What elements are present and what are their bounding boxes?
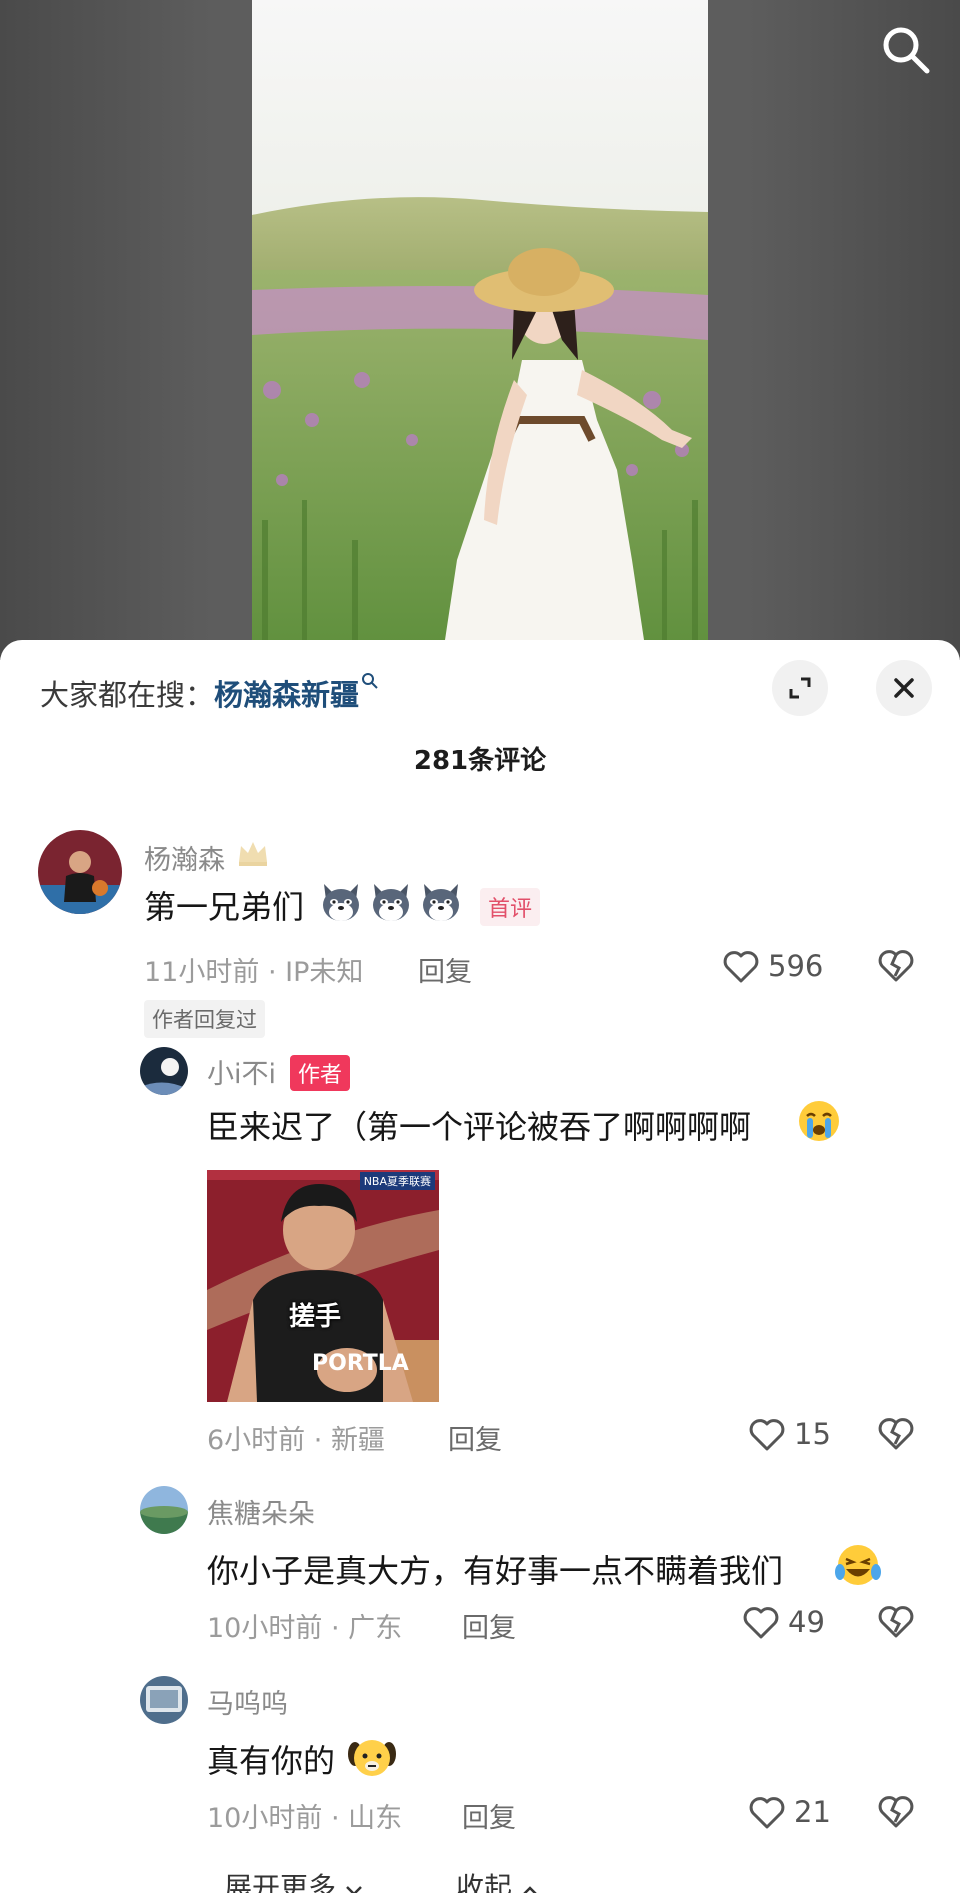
- avatar[interactable]: [140, 1486, 188, 1534]
- like-count: 596: [768, 949, 824, 983]
- video-player[interactable]: [0, 0, 960, 660]
- comment-text: 臣来迟了（第一个评论被吞了啊啊啊啊: [207, 1108, 752, 1146]
- broken-heart-icon: [878, 1796, 914, 1828]
- reply-button[interactable]: 回复: [418, 950, 472, 989]
- crying-emoji: [799, 1101, 839, 1141]
- comment-time: 11小时前: [144, 957, 260, 988]
- comment-meta: 11小时前 · IP未知: [144, 957, 364, 988]
- like-button[interactable]: 596: [722, 946, 823, 986]
- avatar[interactable]: [140, 1047, 188, 1095]
- keyword-search-icon: [362, 673, 378, 689]
- comment-text: 真有你的: [207, 1742, 336, 1780]
- reply-button[interactable]: 回复: [448, 1418, 502, 1457]
- like-count: 21: [794, 1795, 831, 1829]
- svg-text:PORTLA: PORTLA: [312, 1351, 409, 1376]
- comment-meta: 10小时前 · 广东: [207, 1613, 403, 1644]
- expand-button[interactable]: [772, 660, 828, 716]
- comment-location: 山东: [348, 1803, 403, 1834]
- search-icon: [883, 27, 930, 74]
- comment-location: 广东: [348, 1613, 403, 1644]
- hot-search-keyword-link[interactable]: 杨瀚森新疆: [214, 678, 359, 712]
- broken-heart-icon: [878, 950, 914, 982]
- heart-icon: [743, 1607, 779, 1639]
- comment-author-name[interactable]: 焦糖朵朵: [207, 1492, 315, 1531]
- comment-meta: 10小时前 · 山东: [207, 1803, 403, 1834]
- avatar-image: [140, 1676, 188, 1724]
- collapse-button[interactable]: 收起: [456, 1866, 539, 1893]
- reply-button[interactable]: 回复: [462, 1606, 516, 1645]
- hot-search-prefix: 大家都在搜：: [40, 678, 215, 712]
- wolf-emoji: [423, 884, 459, 921]
- author-badge: 作者: [290, 1055, 351, 1091]
- comment-author-name[interactable]: 马呜呜: [207, 1682, 288, 1721]
- expand-icon: [789, 677, 811, 699]
- hot-search-bar: 大家都在搜：杨瀚森新疆: [40, 672, 379, 714]
- dislike-button[interactable]: [876, 946, 916, 986]
- broken-heart-icon: [878, 1606, 914, 1638]
- crown-icon: [239, 842, 267, 866]
- sticker-overlay-label: NBA夏季联赛: [359, 1172, 435, 1190]
- author-replied-tag: 作者回复过: [144, 1000, 265, 1038]
- comment-panel: 大家都在搜：杨瀚森新疆 281条评论 杨瀚森 第一兄弟们 首评 11小时前 · …: [0, 640, 960, 1893]
- heart-icon: [749, 1797, 785, 1829]
- heart-icon: [749, 1419, 785, 1451]
- comment-author-name[interactable]: 杨瀚森: [144, 838, 225, 877]
- close-icon: [894, 678, 914, 698]
- expand-more-label: 展开更多: [224, 1871, 337, 1893]
- avatar-image: [38, 830, 122, 914]
- chevron-down-icon: [346, 1886, 362, 1893]
- heart-icon: [723, 951, 759, 983]
- broken-heart-icon: [878, 1418, 914, 1450]
- comment-text: 第一兄弟们: [144, 888, 305, 926]
- like-button[interactable]: 49: [742, 1602, 825, 1642]
- avatar-image: [140, 1047, 188, 1095]
- wolf-emoji: [373, 884, 409, 921]
- sticker-player-image: PORTLA: [207, 1170, 439, 1402]
- chevron-up-icon: [523, 1886, 537, 1893]
- comment-time: 10小时前: [207, 1803, 323, 1834]
- dislike-button[interactable]: [876, 1792, 916, 1832]
- comment-author-name[interactable]: 小i不i: [207, 1052, 276, 1091]
- video-still-image: [252, 0, 708, 660]
- reply-button[interactable]: 回复: [462, 1796, 516, 1835]
- search-button[interactable]: [878, 22, 934, 78]
- like-button[interactable]: 21: [748, 1792, 831, 1832]
- close-button[interactable]: [876, 660, 932, 716]
- comment-meta: 6小时前 · 新疆: [207, 1425, 385, 1456]
- sticker-image[interactable]: PORTLA 搓手 NBA夏季联赛: [207, 1170, 439, 1402]
- avatar[interactable]: [140, 1676, 188, 1724]
- like-count: 49: [788, 1605, 825, 1639]
- wolf-emoji: [323, 884, 359, 921]
- avatar[interactable]: [38, 830, 122, 914]
- like-count: 15: [794, 1417, 831, 1451]
- video-frame[interactable]: [252, 0, 708, 660]
- comment-count: 281条评论: [413, 746, 547, 776]
- collapse-label: 收起: [456, 1871, 513, 1893]
- laughing-tears-emoji: [835, 1545, 881, 1585]
- avatar-image: [140, 1486, 188, 1534]
- expand-more-button[interactable]: 展开更多: [224, 1866, 363, 1893]
- dog-emoji: [348, 1740, 396, 1776]
- first-comment-badge: 首评: [480, 888, 541, 926]
- comment-time: 10小时前: [207, 1613, 323, 1644]
- sticker-caption: 搓手: [289, 1302, 342, 1332]
- comment-location: 新疆: [330, 1425, 385, 1456]
- comment-text: 你小子是真大方，有好事一点不瞒着我们: [207, 1552, 784, 1590]
- dislike-button[interactable]: [876, 1414, 916, 1454]
- comment-time: 6小时前: [207, 1425, 306, 1456]
- like-button[interactable]: 15: [748, 1414, 831, 1454]
- dislike-button[interactable]: [876, 1602, 916, 1642]
- comment-location: IP未知: [285, 957, 364, 988]
